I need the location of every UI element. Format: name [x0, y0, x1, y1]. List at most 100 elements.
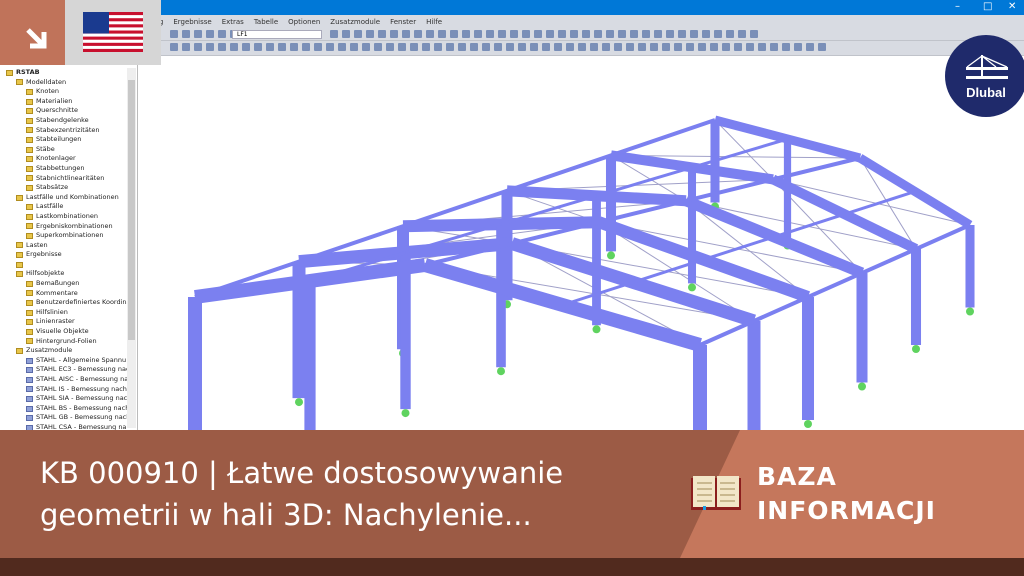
toolbar-icon-button[interactable]: [426, 30, 434, 38]
toolbar-icon-button[interactable]: [638, 43, 646, 51]
toolbar-icon-button[interactable]: [402, 30, 410, 38]
tree-item[interactable]: Hilfsobjekte: [0, 269, 137, 279]
toolbar-icon-button[interactable]: [578, 43, 586, 51]
toolbar-icon-button[interactable]: [554, 43, 562, 51]
tree-item[interactable]: STAHL AISC - Bemessung na: [0, 375, 137, 385]
toolbar-icon-button[interactable]: [218, 43, 226, 51]
toolbar-icon-button[interactable]: [170, 30, 178, 38]
toolbar-icon-button[interactable]: [734, 43, 742, 51]
tree-item[interactable]: Stabendgelenke: [0, 116, 137, 126]
toolbar-icon-button[interactable]: [582, 30, 590, 38]
toolbar-icon-button[interactable]: [450, 30, 458, 38]
toolbar-icon-button[interactable]: [486, 30, 494, 38]
toolbar-icon-button[interactable]: [410, 43, 418, 51]
tree-item[interactable]: STAHL CSA - Bemessung na: [0, 423, 137, 430]
toolbar-icon-button[interactable]: [194, 43, 202, 51]
load-case-select[interactable]: LF1: [232, 30, 322, 39]
tree-item[interactable]: Ergebnisse: [0, 250, 137, 260]
tree-item[interactable]: Lastfälle: [0, 202, 137, 212]
toolbar-icon-button[interactable]: [170, 43, 178, 51]
tree-item[interactable]: Hilfslinien: [0, 308, 137, 318]
toolbar-icon-button[interactable]: [374, 43, 382, 51]
tree-item[interactable]: [0, 260, 137, 270]
toolbar-icon-button[interactable]: [474, 30, 482, 38]
tree-item[interactable]: Lastkombinationen: [0, 212, 137, 222]
toolbar-icon-button[interactable]: [290, 43, 298, 51]
toolbar-icon-button[interactable]: [618, 30, 626, 38]
category-label[interactable]: BAZA INFORMACJI: [757, 460, 936, 528]
back-arrow-button[interactable]: [0, 0, 65, 65]
toolbar-icon-button[interactable]: [674, 43, 682, 51]
toolbar-icon-button[interactable]: [714, 30, 722, 38]
tree-item[interactable]: Benutzerdefiniertes Koordina: [0, 298, 137, 308]
toolbar-icon-button[interactable]: [366, 30, 374, 38]
toolbar-icon-button[interactable]: [642, 30, 650, 38]
tree-item[interactable]: Bemaßungen: [0, 279, 137, 289]
toolbar-icon-button[interactable]: [654, 30, 662, 38]
tree-item[interactable]: STAHL GB - Bemessung nach: [0, 413, 137, 423]
toolbar-icon-button[interactable]: [458, 43, 466, 51]
toolbar-icon-button[interactable]: [530, 43, 538, 51]
menu-item[interactable]: Hilfe: [426, 18, 442, 26]
tree-item[interactable]: STAHL - Allgemeine Spannu: [0, 356, 137, 366]
menu-item[interactable]: Optionen: [288, 18, 320, 26]
menu-item[interactable]: Extras: [222, 18, 244, 26]
menu-item[interactable]: Ergebnisse: [173, 18, 211, 26]
toolbar-icon-button[interactable]: [702, 30, 710, 38]
toolbar-icon-button[interactable]: [206, 30, 214, 38]
toolbar-icon-button[interactable]: [698, 43, 706, 51]
tree-item[interactable]: Stabexzentrizitäten: [0, 126, 137, 136]
tree-item[interactable]: Lasten: [0, 241, 137, 251]
tree-item[interactable]: STAHL IS - Bemessung nach: [0, 385, 137, 395]
toolbar-icon-button[interactable]: [494, 43, 502, 51]
toolbar-icon-button[interactable]: [422, 43, 430, 51]
toolbar-icon-button[interactable]: [302, 43, 310, 51]
navigator-scrollbar[interactable]: [127, 68, 136, 428]
tree-item[interactable]: Linienraster: [0, 317, 137, 327]
toolbar-icon-button[interactable]: [522, 30, 530, 38]
toolbar-icon-button[interactable]: [446, 43, 454, 51]
toolbar-icon-button[interactable]: [338, 43, 346, 51]
toolbar-icon-button[interactable]: [630, 30, 638, 38]
tree-item[interactable]: Visuelle Objekte: [0, 327, 137, 337]
toolbar-icon-button[interactable]: [362, 43, 370, 51]
toolbar-icon-button[interactable]: [782, 43, 790, 51]
toolbar-icon-button[interactable]: [534, 30, 542, 38]
toolbar-icon-button[interactable]: [738, 30, 746, 38]
toolbar-icon-button[interactable]: [722, 43, 730, 51]
toolbar-icon-button[interactable]: [726, 30, 734, 38]
toolbar-icon-button[interactable]: [746, 43, 754, 51]
tree-item[interactable]: Knoten: [0, 87, 137, 97]
toolbar-icon-button[interactable]: [398, 43, 406, 51]
tree-item[interactable]: Stäbe: [0, 145, 137, 155]
toolbar-icon-button[interactable]: [470, 43, 478, 51]
tree-item[interactable]: STAHL BS - Bemessung nach: [0, 404, 137, 414]
menu-item[interactable]: Fenster: [390, 18, 416, 26]
toolbar-icon-button[interactable]: [546, 30, 554, 38]
toolbar-icon-button[interactable]: [770, 43, 778, 51]
toolbar-icon-button[interactable]: [590, 43, 598, 51]
toolbar-icon-button[interactable]: [710, 43, 718, 51]
language-selector[interactable]: [65, 0, 161, 65]
toolbar-icon-button[interactable]: [278, 43, 286, 51]
toolbar-icon-button[interactable]: [666, 30, 674, 38]
toolbar-icon-button[interactable]: [570, 30, 578, 38]
tree-item[interactable]: Stabsätze: [0, 183, 137, 193]
toolbar-icon-button[interactable]: [326, 43, 334, 51]
toolbar-icon-button[interactable]: [482, 43, 490, 51]
tree-item[interactable]: Lastfälle und Kombinationen: [0, 193, 137, 203]
toolbar-icon-button[interactable]: [498, 30, 506, 38]
menu-item[interactable]: Tabelle: [254, 18, 278, 26]
toolbar-icon-button[interactable]: [386, 43, 394, 51]
toolbar-icon-button[interactable]: [650, 43, 658, 51]
toolbar-icon-button[interactable]: [818, 43, 826, 51]
tree-item[interactable]: Superkombinationen: [0, 231, 137, 241]
toolbar-icon-button[interactable]: [438, 30, 446, 38]
tree-item[interactable]: Materialien: [0, 97, 137, 107]
toolbar-icon-button[interactable]: [558, 30, 566, 38]
toolbar-icon-button[interactable]: [230, 43, 238, 51]
menu-item[interactable]: Zusatzmodule: [330, 18, 380, 26]
maximize-button[interactable]: □: [983, 1, 992, 12]
toolbar-icon-button[interactable]: [266, 43, 274, 51]
toolbar-icon-button[interactable]: [218, 30, 226, 38]
